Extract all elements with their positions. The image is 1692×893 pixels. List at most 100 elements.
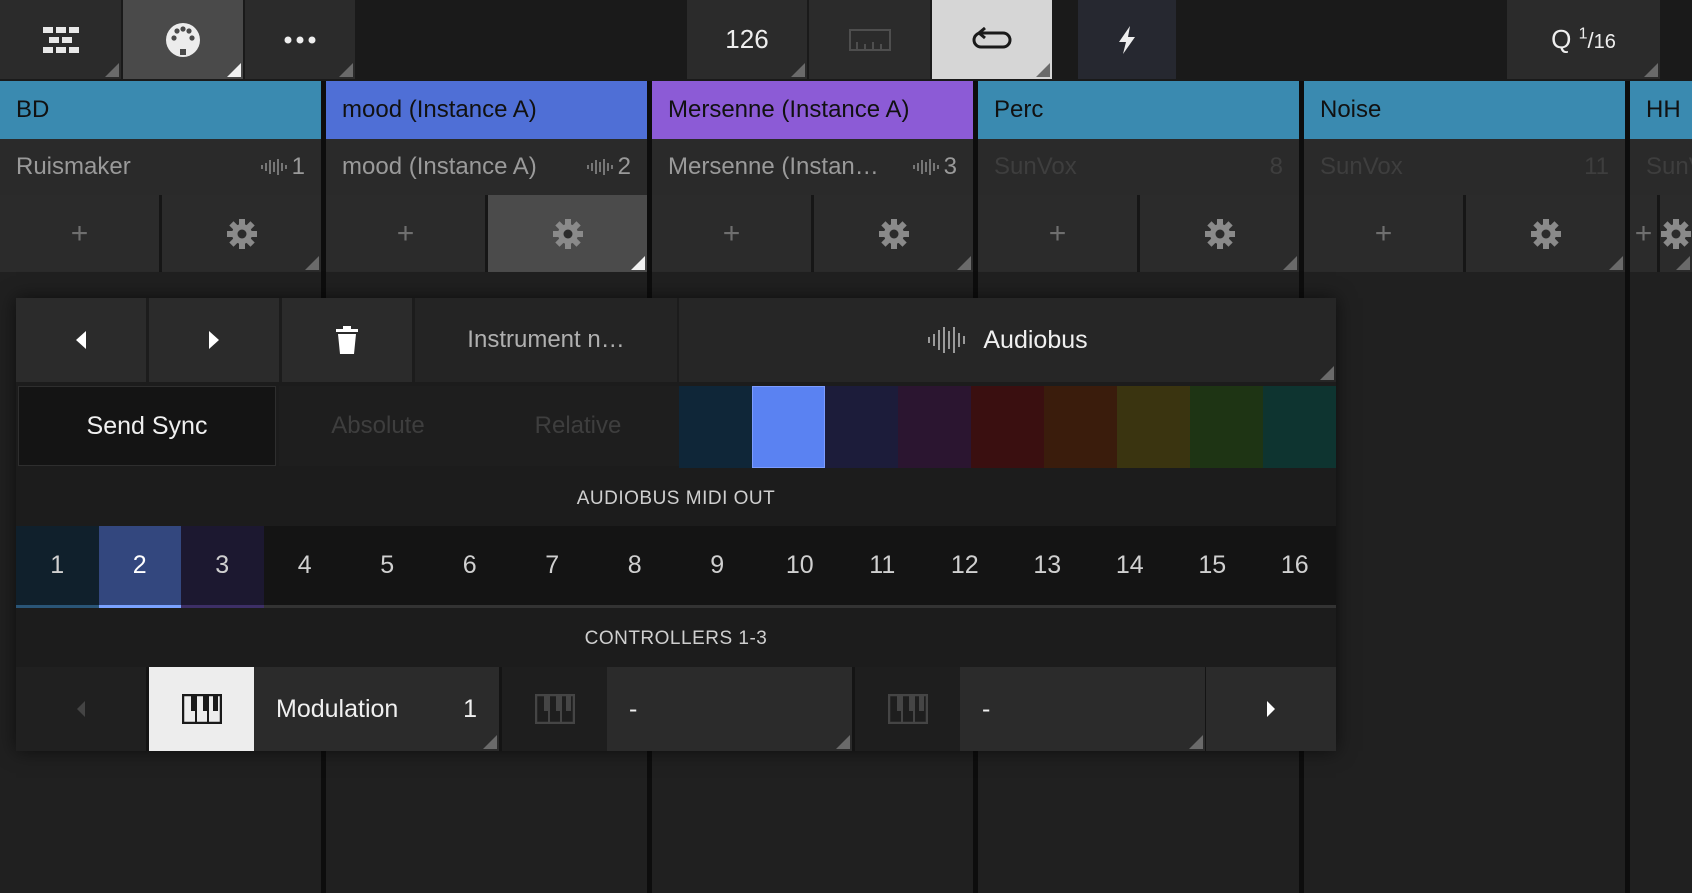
midi-channel-button[interactable]: 1	[16, 526, 99, 608]
controller-3-selector[interactable]: -	[960, 667, 1205, 751]
controller-2-selector[interactable]: -	[607, 667, 852, 751]
track-instrument[interactable]: SunVox 11	[1304, 139, 1625, 195]
gear-icon	[226, 218, 257, 249]
midi-channel-button[interactable]: 15	[1171, 526, 1254, 608]
keyboard-icon	[534, 694, 575, 724]
trash-icon	[336, 326, 358, 354]
track-header[interactable]: mood (Instance A)	[326, 81, 647, 139]
add-plugin-button[interactable]: +	[652, 195, 811, 272]
color-swatch[interactable]	[1263, 386, 1336, 468]
add-plugin-button[interactable]: +	[326, 195, 485, 272]
color-swatch[interactable]	[752, 386, 825, 468]
send-sync-button[interactable]: Send Sync	[18, 386, 276, 466]
gear-icon	[1530, 218, 1561, 249]
midi-icon	[166, 22, 200, 57]
plus-icon: +	[722, 216, 741, 250]
color-swatch[interactable]	[1044, 386, 1117, 468]
triangle-left-icon	[76, 331, 86, 349]
keyboard-icon	[887, 694, 928, 724]
midi-channel-button[interactable]: 5	[346, 526, 429, 608]
track-instrument[interactable]: SunV	[1630, 139, 1692, 195]
audiobus-button[interactable]: Audiobus	[679, 298, 1336, 382]
tempo-button[interactable]: 126	[687, 0, 807, 79]
controller-1-learn-button[interactable]	[149, 667, 254, 751]
quantize-button[interactable]: Q 1/16	[1507, 0, 1660, 79]
midi-channel-button[interactable]: 9	[676, 526, 759, 608]
track-instrument[interactable]: Ruismaker 1	[0, 139, 321, 195]
midi-channel-button[interactable]: 6	[428, 526, 511, 608]
add-plugin-button[interactable]: +	[1630, 195, 1657, 272]
waveform-icon	[928, 327, 966, 353]
track-settings-button[interactable]	[1140, 195, 1299, 272]
midi-channel-button[interactable]: 7	[511, 526, 594, 608]
midi-channel-button[interactable]: 10	[758, 526, 841, 608]
gear-icon	[552, 218, 583, 249]
track-settings-button[interactable]	[1660, 195, 1692, 272]
add-plugin-button[interactable]: +	[1304, 195, 1463, 272]
waveform-icon	[912, 159, 939, 175]
midi-channel-button[interactable]: 11	[841, 526, 924, 608]
lightning-button[interactable]	[1078, 0, 1176, 79]
top-toolbar: 126 Q 1/16	[0, 0, 1692, 81]
waveform-icon	[586, 159, 613, 175]
relative-button[interactable]: Relative	[477, 386, 679, 466]
midi-channel-button[interactable]: 2	[98, 526, 181, 608]
metronome-icon	[848, 28, 891, 51]
track-header[interactable]: HH	[1630, 81, 1692, 139]
track-settings-button[interactable]	[814, 195, 973, 272]
color-swatch[interactable]	[1117, 386, 1190, 468]
track-instrument[interactable]: mood (Instance A) 2	[326, 139, 647, 195]
midi-channel-button[interactable]: 8	[593, 526, 676, 608]
next-controllers-button[interactable]	[1206, 667, 1336, 751]
track-header[interactable]: Mersenne (Instance A)	[652, 81, 973, 139]
midi-channel-button[interactable]: 16	[1253, 526, 1336, 608]
midi-channel-button[interactable]: 3	[181, 526, 264, 608]
add-plugin-button[interactable]: +	[978, 195, 1137, 272]
track-settings-button[interactable]	[1466, 195, 1625, 272]
midi-button[interactable]	[123, 0, 243, 79]
gear-icon	[878, 218, 909, 249]
metronome-button[interactable]	[809, 0, 930, 79]
midi-channel-button[interactable]: 14	[1088, 526, 1171, 608]
midi-out-title: AUDIOBUS MIDI OUT	[576, 488, 776, 509]
track-header[interactable]: Perc	[978, 81, 1299, 139]
instrument-name-field[interactable]: Instrument n…	[415, 298, 677, 382]
track-header[interactable]: Noise	[1304, 81, 1625, 139]
color-swatch[interactable]	[971, 386, 1044, 468]
track-instrument[interactable]: SunVox 8	[978, 139, 1299, 195]
absolute-button[interactable]: Absolute	[279, 386, 477, 466]
track-instrument[interactable]: Mersenne (Instan… 3	[652, 139, 973, 195]
mixer-icon	[42, 26, 79, 53]
track-settings-button[interactable]	[488, 195, 647, 272]
track-buttons: +	[1304, 195, 1625, 272]
track-column: Noise SunVox 11 +	[1304, 81, 1625, 893]
track-header[interactable]: BD	[0, 81, 321, 139]
mixer-button[interactable]	[0, 0, 121, 79]
controller-3-learn-button[interactable]	[855, 667, 960, 751]
color-swatch[interactable]	[825, 386, 898, 468]
previous-controllers-button[interactable]	[16, 667, 146, 751]
controller-2-learn-button[interactable]	[502, 667, 607, 751]
color-swatch[interactable]	[898, 386, 971, 468]
midi-channel-button[interactable]: 12	[923, 526, 1006, 608]
track-settings-button[interactable]	[162, 195, 321, 272]
plus-icon: +	[1048, 216, 1067, 250]
controllers-title: CONTROLLERS 1-3	[584, 628, 768, 649]
add-plugin-button[interactable]: +	[0, 195, 159, 272]
midi-channel-button[interactable]: 13	[1006, 526, 1089, 608]
controller-1-selector[interactable]: Modulation 1	[254, 667, 499, 751]
track-buttons: +	[1630, 195, 1692, 272]
midi-channel-button[interactable]: 4	[263, 526, 346, 608]
waveform-icon	[260, 159, 287, 175]
loop-button[interactable]	[932, 0, 1052, 79]
plus-icon: +	[1374, 216, 1393, 250]
color-swatch[interactable]	[679, 386, 752, 468]
previous-track-button[interactable]	[16, 298, 146, 382]
track-buttons: +	[0, 195, 321, 272]
track-settings-panel: Instrument n… Audiobus Send Sync Absolut…	[16, 298, 1336, 751]
more-button[interactable]	[245, 0, 355, 79]
delete-track-button[interactable]	[282, 298, 412, 382]
controllers-row: Modulation 1 - -	[16, 667, 1336, 751]
next-track-button[interactable]	[149, 298, 279, 382]
color-swatch[interactable]	[1190, 386, 1263, 468]
